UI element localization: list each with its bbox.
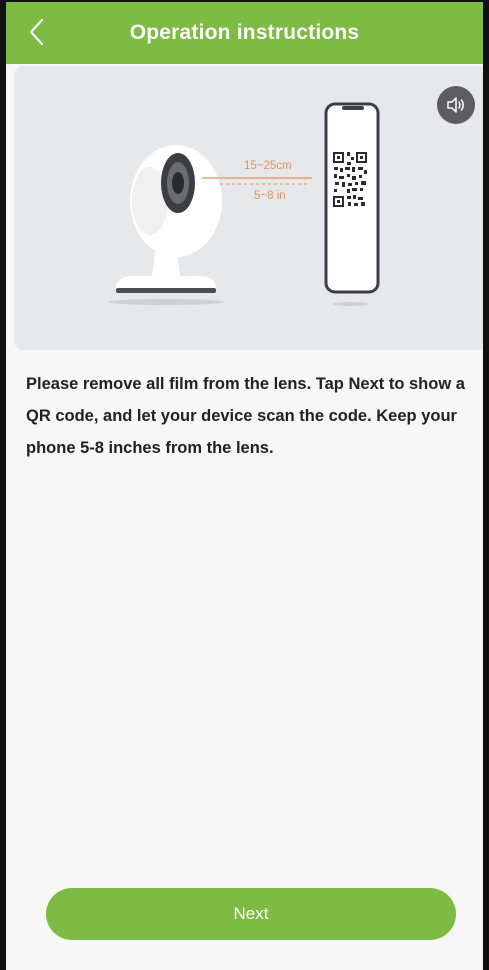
- sound-button[interactable]: [437, 86, 475, 124]
- distance-cm-label: 15~25cm: [244, 160, 292, 172]
- phone-icon: [324, 102, 380, 306]
- back-button[interactable]: [22, 14, 52, 50]
- qr-code-icon: [332, 150, 368, 210]
- setup-illustration: 15~25cm 5~8 in: [14, 66, 483, 350]
- distance-in-label: 5~8 in: [254, 190, 286, 202]
- speaker-icon: [447, 97, 464, 113]
- next-button[interactable]: Next: [46, 888, 456, 940]
- chevron-left-icon: [29, 18, 44, 46]
- screen: Operation instructions 15~25cm 5~8 in Pl…: [0, 0, 489, 970]
- page-title: Operation instructions: [129, 21, 360, 44]
- camera-phone-illustration: 15~25cm 5~8 in: [108, 102, 380, 306]
- instructions-text: Please remove all film from the lens. Ta…: [26, 375, 465, 457]
- header-bar: Operation instructions: [6, 2, 483, 64]
- camera-icon: [108, 145, 224, 305]
